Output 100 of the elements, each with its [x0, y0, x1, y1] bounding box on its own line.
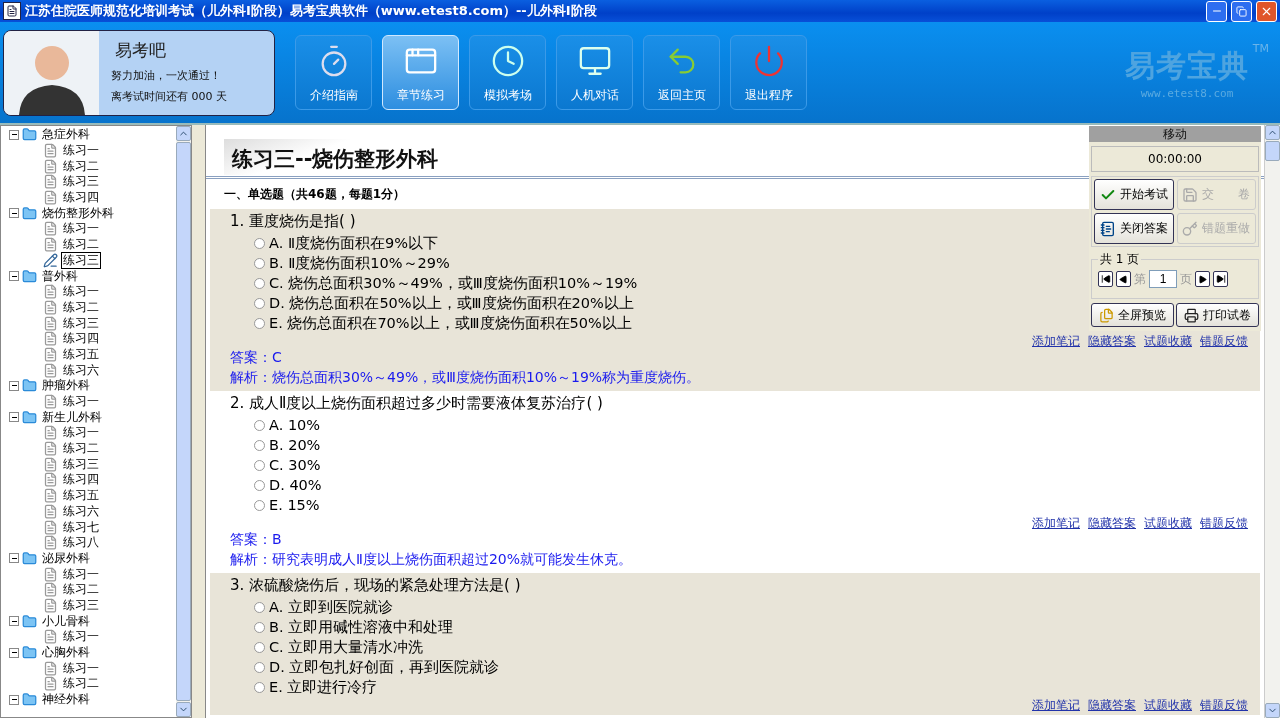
- tree-item[interactable]: 练习七: [61, 518, 101, 536]
- question-link[interactable]: 错题反馈: [1200, 696, 1248, 714]
- panel-button[interactable]: 开始考试: [1094, 179, 1174, 210]
- toolbar-button[interactable]: 退出程序: [730, 35, 807, 110]
- tree-item[interactable]: 神经外科: [40, 691, 92, 709]
- document-icon: [43, 237, 58, 253]
- tree-item[interactable]: 练习一: [61, 424, 101, 442]
- tree-item[interactable]: 练习八: [61, 534, 101, 552]
- tree-item[interactable]: 小儿骨科: [40, 612, 92, 630]
- tree-item[interactable]: 练习三: [61, 596, 101, 614]
- previous-page-icon: [1119, 274, 1128, 284]
- collapse-toggle[interactable]: [9, 271, 19, 282]
- question-link[interactable]: 试题收藏: [1144, 332, 1192, 350]
- document-icon: [43, 221, 58, 237]
- tree-item[interactable]: 练习二: [61, 157, 101, 175]
- collapse-toggle[interactable]: [9, 412, 19, 423]
- answer-option[interactable]: D. 立即包扎好创面，再到医院就诊: [230, 657, 500, 677]
- tree-item[interactable]: 练习一: [61, 565, 101, 583]
- tree-item[interactable]: 练习二: [61, 675, 101, 693]
- toolbar-button[interactable]: 模拟考场: [469, 35, 546, 110]
- answer-option[interactable]: E. 烧伤总面积在70%以上，或Ⅲ度烧伤面积在50%以上: [230, 313, 632, 333]
- panel-button[interactable]: 全屏预览: [1091, 303, 1174, 327]
- page-input[interactable]: 1: [1149, 270, 1177, 288]
- scrollbar[interactable]: [1264, 125, 1280, 718]
- question-link[interactable]: 添加笔记: [1032, 332, 1080, 350]
- panel-button[interactable]: 打印试卷: [1176, 303, 1259, 327]
- tree-item[interactable]: 练习六: [61, 361, 101, 379]
- collapse-toggle[interactable]: [9, 553, 19, 564]
- slogan-text: 努力加油，一次通过！: [111, 67, 222, 83]
- question-link[interactable]: 添加笔记: [1032, 514, 1080, 532]
- question-link[interactable]: 试题收藏: [1144, 696, 1192, 714]
- panel-button[interactable]: 关闭答案: [1094, 213, 1174, 244]
- collapse-toggle[interactable]: [9, 694, 19, 705]
- restore-button[interactable]: [1231, 0, 1252, 22]
- question-link[interactable]: 错题反馈: [1200, 332, 1248, 350]
- tree-item[interactable]: 练习三: [61, 314, 101, 332]
- tree-item[interactable]: 烧伤整形外科: [40, 204, 116, 222]
- tree-item[interactable]: 练习三: [61, 251, 101, 269]
- tree-item[interactable]: 练习二: [61, 298, 101, 316]
- tree-item[interactable]: 新生儿外科: [40, 408, 104, 426]
- tree-item[interactable]: 练习三: [61, 173, 101, 191]
- collapse-toggle[interactable]: [9, 647, 19, 658]
- answer-option[interactable]: E. 15%: [230, 495, 320, 515]
- answer-option[interactable]: B. Ⅱ度烧伤面积10%～29%: [230, 253, 450, 273]
- question-link[interactable]: 添加笔记: [1032, 696, 1080, 714]
- toolbar-button[interactable]: 介绍指南: [295, 35, 372, 110]
- answer-option[interactable]: C. 立即用大量清水冲洗: [230, 637, 424, 657]
- tree-item[interactable]: 练习二: [61, 236, 101, 254]
- tree-item[interactable]: 练习五: [61, 345, 101, 363]
- question-link[interactable]: 错题反馈: [1200, 514, 1248, 532]
- tree-item[interactable]: 练习五: [61, 487, 101, 505]
- question-link[interactable]: 隐藏答案: [1088, 696, 1136, 714]
- previous-page-button[interactable]: [1116, 271, 1131, 287]
- minimize-button[interactable]: [1206, 0, 1227, 22]
- question-link[interactable]: 隐藏答案: [1088, 332, 1136, 350]
- answer-option[interactable]: A. Ⅱ度烧伤面积在9%以下: [230, 233, 439, 253]
- answer-option[interactable]: D. 烧伤总面积在50%以上，或Ⅲ度烧伤面积在20%以上: [230, 293, 634, 313]
- collapse-toggle[interactable]: [9, 616, 19, 627]
- tree-item[interactable]: 肿瘤外科: [40, 377, 92, 395]
- answer-option[interactable]: B. 立即用碱性溶液中和处理: [230, 617, 454, 637]
- panel-header[interactable]: 移动: [1089, 126, 1261, 142]
- last-page-button[interactable]: [1213, 271, 1228, 287]
- answer-option[interactable]: C. 烧伤总面积30%～49%，或Ⅲ度烧伤面积10%～19%: [230, 273, 638, 293]
- collapse-toggle[interactable]: [9, 380, 19, 391]
- tree-item[interactable]: 练习一: [61, 283, 101, 301]
- answer-option[interactable]: D. 40%: [230, 475, 322, 495]
- tree-item[interactable]: 泌尿外科: [40, 549, 92, 567]
- tree-item[interactable]: 练习二: [61, 440, 101, 458]
- document-icon: [43, 660, 58, 676]
- scroll-thumb[interactable]: [1265, 141, 1280, 161]
- folder-icon: [22, 613, 37, 629]
- tree-item[interactable]: 急症外科: [40, 126, 92, 144]
- tree-item[interactable]: 练习一: [61, 142, 101, 160]
- first-page-button[interactable]: [1098, 271, 1113, 287]
- tree-item[interactable]: 心胸外科: [40, 644, 92, 662]
- answer-option[interactable]: A. 10%: [230, 415, 321, 435]
- tree-item[interactable]: 练习一: [61, 659, 101, 677]
- toolbar-button[interactable]: 人机对话: [556, 35, 633, 110]
- tree-item[interactable]: 练习二: [61, 581, 101, 599]
- close-button[interactable]: [1256, 0, 1277, 22]
- tree-item[interactable]: 练习六: [61, 502, 101, 520]
- tree-item[interactable]: 普外科: [40, 267, 80, 285]
- tree-item[interactable]: 练习四: [61, 330, 101, 348]
- tree-item[interactable]: 练习四: [61, 189, 101, 207]
- collapse-toggle[interactable]: [9, 129, 19, 140]
- tree-item[interactable]: 练习一: [61, 628, 101, 646]
- answer-option[interactable]: B. 20%: [230, 435, 321, 455]
- edit-document-icon: [43, 252, 58, 268]
- answer-option[interactable]: E. 立即进行冷疗: [230, 677, 378, 697]
- question-link[interactable]: 隐藏答案: [1088, 514, 1136, 532]
- tree-item[interactable]: 练习一: [61, 393, 101, 411]
- toolbar-button[interactable]: 返回主页: [643, 35, 720, 110]
- tree-item[interactable]: 练习四: [61, 471, 101, 489]
- tree-item[interactable]: 练习一: [61, 220, 101, 238]
- tree-item[interactable]: 练习三: [61, 455, 101, 473]
- question-link[interactable]: 试题收藏: [1144, 514, 1192, 532]
- next-page-button[interactable]: [1195, 271, 1210, 287]
- answer-option[interactable]: C. 30%: [230, 455, 321, 475]
- collapse-toggle[interactable]: [9, 208, 19, 219]
- answer-option[interactable]: A. 立即到医院就诊: [230, 597, 393, 617]
